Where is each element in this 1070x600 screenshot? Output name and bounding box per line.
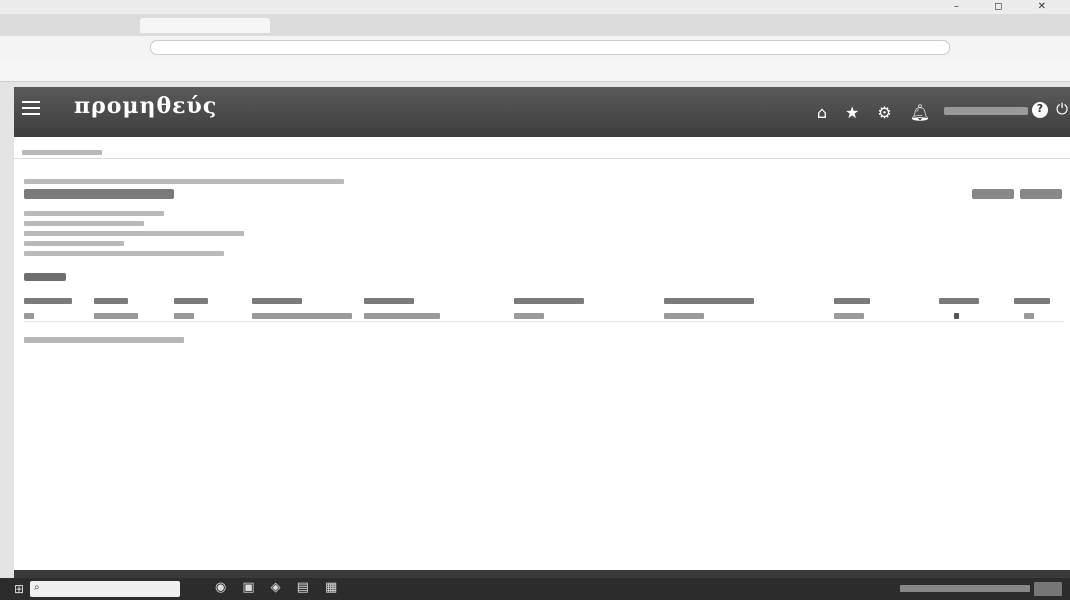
strip-text (22, 150, 102, 155)
browser-tab[interactable] (12, 18, 132, 33)
star-icon[interactable]: ★ (845, 103, 859, 122)
url-field[interactable] (150, 40, 950, 55)
window-controls[interactable]: – ◻ ✕ (954, 1, 1062, 12)
taskbar-apps: ◉ ▣ ◈ ▤ ▦ (215, 580, 337, 595)
table-cell (834, 313, 864, 319)
col-header[interactable] (664, 298, 754, 304)
taskbar-search[interactable]: ⌕ (30, 581, 180, 597)
table-cell (1024, 313, 1034, 319)
col-header[interactable] (252, 298, 302, 304)
bookmarks-bar (0, 58, 1070, 82)
meta-line-4 (24, 241, 124, 246)
browser-menubar: – ◻ ✕ (0, 0, 1070, 14)
col-header[interactable] (24, 298, 72, 304)
search-icon: ⌕ (34, 582, 40, 593)
table-cell (364, 313, 440, 319)
browser-icon[interactable]: ◉ (215, 580, 226, 595)
meta-line-5 (24, 251, 224, 256)
help-icon[interactable]: ? (1032, 102, 1048, 118)
table-row[interactable] (24, 310, 1064, 322)
start-icon[interactable]: ⊞ (14, 582, 24, 596)
col-header[interactable] (1014, 298, 1050, 304)
system-tray[interactable] (900, 585, 1030, 592)
app-icon[interactable]: ◈ (271, 580, 281, 595)
table-cell (514, 313, 544, 319)
col-header[interactable] (364, 298, 414, 304)
power-icon[interactable]: ⏻ (1056, 100, 1068, 118)
attachment-icon[interactable] (954, 313, 959, 319)
table-cell (24, 313, 34, 319)
app-header: προμηθεύς ⌂ ★ ⚙ 🔔︎ ? ⏻ (14, 87, 1070, 137)
table-cell (94, 313, 138, 319)
user-name[interactable] (944, 107, 1028, 115)
app-icon[interactable]: ▣ (242, 580, 254, 595)
page-title (24, 189, 174, 199)
browser-tab-active[interactable] (140, 18, 270, 33)
app-icon[interactable]: ▦ (325, 580, 337, 595)
col-header[interactable] (514, 298, 584, 304)
header-icons: ⌂ ★ ⚙ 🔔︎ (817, 103, 930, 122)
main-content (14, 137, 1070, 570)
back-link[interactable] (24, 337, 184, 343)
home-icon[interactable]: ⌂ (817, 103, 827, 122)
action-button-2[interactable] (1020, 189, 1062, 199)
col-header[interactable] (174, 298, 208, 304)
app-icon[interactable]: ▤ (297, 580, 309, 595)
app-logo[interactable]: προμηθεύς (74, 93, 217, 119)
table-cell (174, 313, 194, 319)
clock[interactable] (1034, 582, 1062, 596)
browser-addressbar (0, 36, 1070, 58)
meta-line-1 (24, 211, 164, 216)
col-header[interactable] (939, 298, 979, 304)
breadcrumb[interactable] (24, 179, 344, 184)
meta-line-2 (24, 221, 144, 226)
table-cell (664, 313, 704, 319)
table-cell (252, 313, 352, 319)
os-taskbar: ⊞ ⌕ ◉ ▣ ◈ ▤ ▦ (0, 578, 1070, 600)
col-header[interactable] (834, 298, 870, 304)
gear-icon[interactable]: ⚙ (877, 103, 891, 122)
browser-tabbar (0, 14, 1070, 36)
hamburger-menu-icon[interactable] (22, 101, 40, 115)
col-header[interactable] (94, 298, 128, 304)
bell-icon[interactable]: 🔔︎ (910, 103, 930, 122)
attachments-heading (24, 273, 66, 281)
action-button-1[interactable] (972, 189, 1014, 199)
table-header (24, 295, 1064, 307)
meta-line-3 (24, 231, 244, 236)
status-strip (14, 570, 1070, 578)
page-strip (14, 147, 1070, 159)
